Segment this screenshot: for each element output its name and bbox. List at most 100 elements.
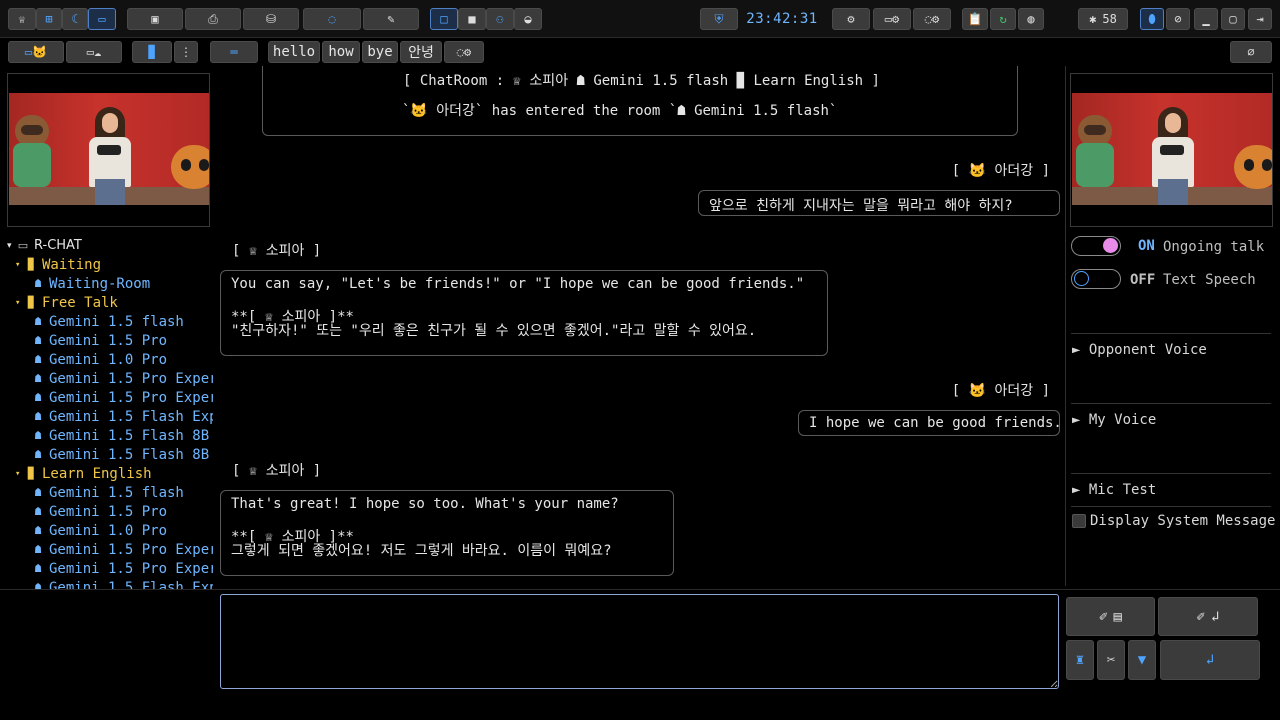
- book-icon: ▉: [27, 467, 35, 480]
- image-icon[interactable]: ▣: [127, 8, 183, 30]
- quick-phrase-annyeong[interactable]: 안녕: [400, 41, 442, 63]
- message-speaker: [ 🐱 아더강 ]: [951, 383, 1050, 399]
- tree-item[interactable]: ☗ Gemini 1.5 Pro Exper: [31, 559, 213, 578]
- scissors-icon[interactable]: ✂: [1097, 640, 1125, 680]
- tree-item[interactable]: ☗ Gemini 1.5 Flash Exp: [31, 407, 213, 426]
- disk-icon[interactable]: ◒: [514, 8, 542, 30]
- equals-icon[interactable]: ═: [210, 41, 258, 63]
- vertical-dots-icon[interactable]: ⋮: [174, 41, 198, 63]
- message-speaker: [ ♕ 소피아 ]: [232, 243, 322, 259]
- clock: 23:42:31: [746, 11, 818, 27]
- right-divider: [1065, 66, 1066, 586]
- house-icon: ☗: [34, 391, 42, 404]
- database-icon[interactable]: ⛁: [243, 8, 299, 30]
- maximize-icon[interactable]: ▢: [1221, 8, 1245, 30]
- pin-icon[interactable]: ⬮: [1140, 8, 1164, 30]
- moon-icon[interactable]: ☾: [62, 8, 88, 30]
- text-speech-toggle[interactable]: [1071, 269, 1121, 289]
- message-speaker: [ 🐱 아더강 ]: [951, 163, 1050, 179]
- tree-item[interactable]: ☗ Gemini 1.0 Pro: [31, 521, 167, 540]
- crown-icon[interactable]: ♕: [8, 8, 36, 30]
- ai-message-bubble: That's great! I hope so too. What's your…: [220, 490, 674, 576]
- magic-document-button[interactable]: ✐ ▤: [1066, 597, 1155, 636]
- house-icon: ☗: [34, 562, 42, 575]
- chat-log[interactable]: [ ChatRoom : ♕ 소피아 ☗ Gemini 1.5 flash ▉ …: [216, 66, 1064, 586]
- quick-toolbar: ▭🐱 ▭☁ ▉ ⋮ ═ hello how bye 안녕 ◌⚙ ⌀: [0, 38, 1280, 66]
- monitor-icon[interactable]: ▭: [88, 8, 116, 30]
- tree-item[interactable]: ☗ Gemini 1.5 Pro Exper: [31, 388, 213, 407]
- tree-item[interactable]: ☗ Gemini 1.5 Flash 8B: [31, 445, 209, 464]
- tree-group-waiting[interactable]: ▾ ▉ Waiting: [15, 255, 101, 274]
- tree-item[interactable]: ☗ Gemini 1.5 flash: [31, 312, 184, 331]
- minimize-icon[interactable]: ▁: [1194, 8, 1218, 30]
- speech-icon[interactable]: ◌: [303, 8, 361, 30]
- counter-icon: ✱: [1089, 12, 1097, 26]
- house-icon: ☗: [34, 486, 42, 499]
- mic-test-section[interactable]: ► Mic Test: [1072, 482, 1156, 498]
- dropdown-arrow-icon[interactable]: ▼: [1128, 640, 1156, 680]
- tree-item[interactable]: ☗ Waiting-Room: [31, 274, 150, 293]
- paperclip-icon[interactable]: ⌀: [1230, 41, 1272, 63]
- tree-item[interactable]: ☗ Gemini 1.5 flash: [31, 483, 184, 502]
- castle-icon[interactable]: ♜: [1066, 640, 1094, 680]
- bookmark-icon[interactable]: ▉: [132, 41, 172, 63]
- tree-item[interactable]: ☗ Gemini 1.5 Pro Exper: [31, 540, 213, 559]
- magic-enter-button[interactable]: ✐ ↲: [1158, 597, 1258, 636]
- glasses-icon[interactable]: ⚇: [486, 8, 514, 30]
- clipboard-icon[interactable]: 📋: [962, 8, 988, 30]
- tree-group-free-talk[interactable]: ▾ ▉ Free Talk: [15, 293, 118, 312]
- user-message-bubble: I hope we can be good friends.: [798, 410, 1062, 436]
- document-icon: ▤: [1113, 608, 1122, 625]
- counter-button[interactable]: ✱ 58: [1078, 8, 1128, 30]
- block-icon[interactable]: ⊘: [1166, 8, 1190, 30]
- globe-icon[interactable]: ◍: [1018, 8, 1044, 30]
- counter-value: 58: [1102, 12, 1117, 26]
- divider: [1071, 473, 1271, 474]
- square-outline-icon[interactable]: □: [430, 8, 458, 30]
- gear-icon[interactable]: ⚙: [832, 8, 870, 30]
- quick-phrase-bye[interactable]: bye: [362, 41, 398, 63]
- house-icon: ☗: [34, 524, 42, 537]
- windows-icon[interactable]: ⊞: [36, 8, 62, 30]
- printer-icon[interactable]: ⎙: [185, 8, 241, 30]
- house-icon: ☗: [34, 429, 42, 442]
- divider: [1071, 403, 1271, 404]
- text-speech-label: Text Speech: [1163, 272, 1256, 288]
- ongoing-talk-state: ON: [1138, 238, 1155, 254]
- ongoing-talk-toggle[interactable]: [1071, 236, 1121, 256]
- ongoing-talk-label: Ongoing talk: [1163, 239, 1265, 255]
- magic-wand-icon: ✐: [1196, 608, 1205, 625]
- shield-icon[interactable]: ⛨: [700, 8, 738, 30]
- tree-item[interactable]: ☗ Gemini 1.5 Pro: [31, 502, 167, 521]
- tree-item[interactable]: ☗ Gemini 1.5 Pro Exper: [31, 369, 213, 388]
- chat-cat-icon[interactable]: ▭🐱: [8, 41, 64, 63]
- tree-root[interactable]: ▾ ▭ R-CHAT: [7, 236, 82, 255]
- send-button[interactable]: ↲: [1160, 640, 1260, 680]
- tree-item[interactable]: ☗ Gemini 1.5 Pro: [31, 331, 167, 350]
- quick-phrase-hello[interactable]: hello: [268, 41, 320, 63]
- chat-gear2-icon[interactable]: ◌⚙: [913, 8, 951, 30]
- tree-item[interactable]: ☗ Gemini 1.5 Flash 8B: [31, 426, 209, 445]
- chat-settings-icon[interactable]: ◌⚙: [444, 41, 484, 63]
- chat-gear-icon[interactable]: ▭⚙: [873, 8, 911, 30]
- house-icon: ☗: [34, 353, 42, 366]
- enter-icon: ↲: [1205, 652, 1215, 668]
- message-speaker: [ ♕ 소피아 ]: [232, 463, 322, 479]
- refresh-icon[interactable]: ↻: [990, 8, 1016, 30]
- house-icon: ☗: [34, 505, 42, 518]
- brush-icon[interactable]: ✎: [363, 8, 419, 30]
- exit-icon[interactable]: ⇥: [1248, 8, 1272, 30]
- quick-phrase-how[interactable]: how: [322, 41, 360, 63]
- square-filled-icon[interactable]: ■: [458, 8, 486, 30]
- video-feed: [1072, 93, 1272, 205]
- book-icon: ▉: [27, 296, 35, 309]
- opponent-voice-section[interactable]: ► Opponent Voice: [1072, 342, 1207, 358]
- chat-cloud-icon[interactable]: ▭☁: [66, 41, 122, 63]
- enter-icon: ↲: [1211, 608, 1220, 625]
- tree-group-learn-english[interactable]: ▾ ▉ Learn English: [15, 464, 152, 483]
- my-voice-section[interactable]: ► My Voice: [1072, 412, 1156, 428]
- tree-item[interactable]: ☗ Gemini 1.0 Pro: [31, 350, 167, 369]
- message-input[interactable]: [220, 594, 1059, 689]
- display-system-message-checkbox[interactable]: [1072, 514, 1086, 528]
- house-icon: ☗: [34, 334, 42, 347]
